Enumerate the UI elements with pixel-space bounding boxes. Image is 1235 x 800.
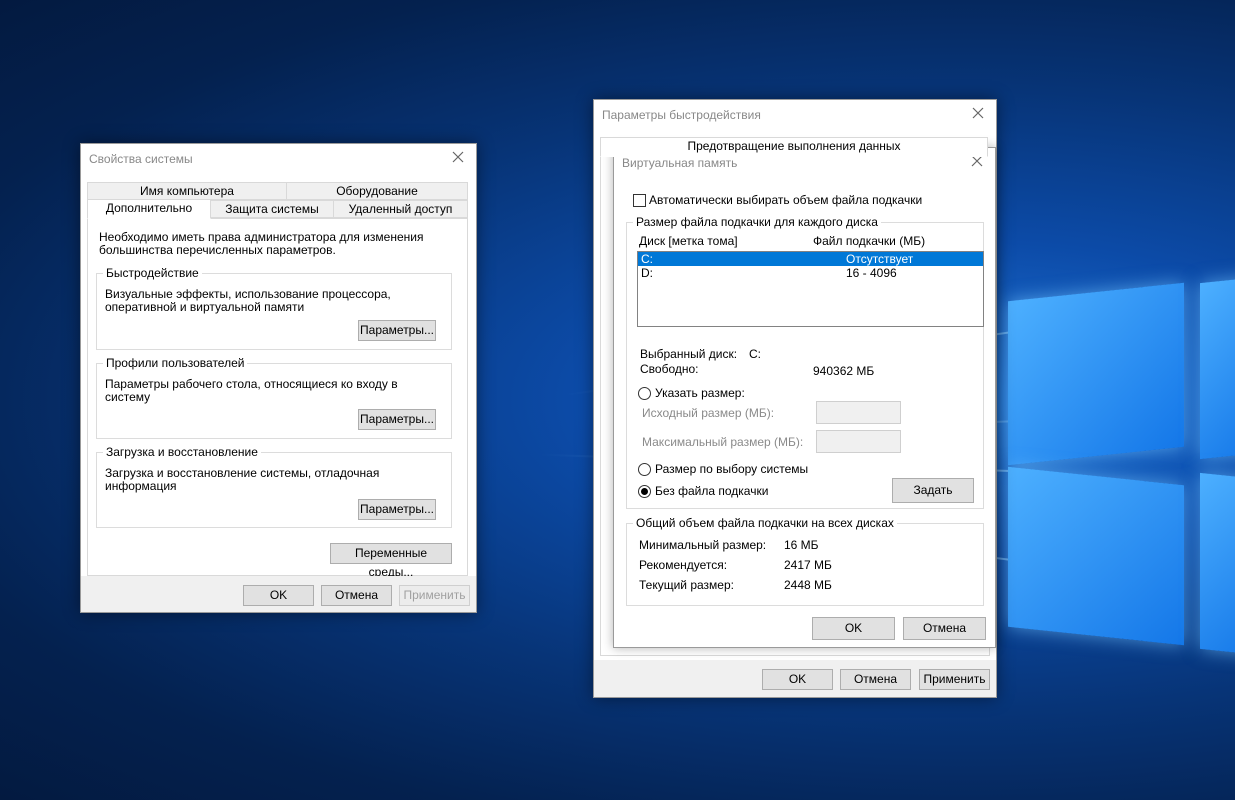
custom-size-label: Указать размер: (655, 386, 745, 400)
system-properties-window: Свойства системы Имя компьютера Оборудов… (80, 143, 477, 613)
recommended-label: Рекомендуется: (639, 558, 728, 572)
tab-panel: Необходимо иметь права администратора дл… (87, 218, 468, 579)
custom-size-radio[interactable] (638, 387, 651, 400)
total-group: Общий объем файла подкачки на всех диска… (626, 516, 984, 606)
close-icon[interactable] (970, 105, 986, 121)
drive-row[interactable]: C: Отсутствует (638, 252, 983, 266)
drive-list[interactable]: C: Отсутствует D: 16 - 4096 (637, 251, 984, 327)
cancel-button[interactable]: Отмена (321, 585, 392, 606)
title-bar: Параметры быстродействия (594, 100, 996, 129)
performance-settings-button[interactable]: Параметры... (358, 320, 436, 341)
startup-recovery-group: Загрузка и восстановление Загрузка и вос… (96, 445, 452, 528)
performance-desc: Визуальные эффекты, использование процес… (105, 287, 391, 314)
ok-button[interactable]: OK (762, 669, 833, 690)
ok-button[interactable]: OK (812, 617, 895, 640)
recommended-value: 2417 МБ (784, 558, 832, 572)
drive-letter: D: (641, 266, 653, 280)
per-drive-group-title: Размер файла подкачки для каждого диска (633, 215, 881, 229)
drive-paging-size: Отсутствует (846, 252, 914, 266)
set-button[interactable]: Задать (892, 478, 974, 503)
system-managed-label: Размер по выбору системы (655, 462, 809, 476)
windows-logo (1000, 276, 1235, 660)
performance-group-title: Быстродействие (103, 266, 202, 280)
user-profiles-settings-button[interactable]: Параметры... (358, 409, 436, 430)
max-size-label: Максимальный размер (МБ): (642, 435, 804, 449)
selected-drive-label: Выбранный диск: (640, 347, 738, 361)
auto-manage-label: Автоматически выбирать объем файла подка… (649, 193, 923, 207)
virtual-memory-window: Виртуальная память Автоматически выбират… (613, 147, 996, 648)
system-managed-radio[interactable] (638, 463, 651, 476)
cancel-button[interactable]: Отмена (840, 669, 911, 690)
window-title: Параметры быстродействия (602, 108, 761, 122)
performance-group: Быстродействие Визуальные эффекты, испол… (96, 266, 452, 350)
admin-note: Необходимо иметь права администратора дл… (99, 230, 424, 257)
cancel-button[interactable]: Отмена (903, 617, 986, 640)
total-group-title: Общий объем файла подкачки на всех диска… (633, 516, 897, 530)
user-profiles-group-title: Профили пользователей (103, 356, 248, 370)
environment-variables-button[interactable]: Переменные среды... (330, 543, 452, 579)
startup-recovery-group-title: Загрузка и восстановление (103, 445, 261, 459)
current-size-value: 2448 МБ (784, 578, 832, 592)
tab-advanced[interactable]: Дополнительно (87, 199, 211, 219)
free-space-label: Свободно: (640, 362, 699, 376)
column-paging-file: Файл подкачки (МБ) (813, 234, 926, 248)
drive-paging-size: 16 - 4096 (846, 266, 897, 280)
min-size-label: Минимальный размер: (639, 538, 767, 552)
tab-remote[interactable]: Удаленный доступ (333, 200, 468, 218)
title-bar: Свойства системы (81, 144, 476, 173)
min-size-value: 16 МБ (784, 538, 819, 552)
startup-recovery-desc: Загрузка и восстановление системы, отлад… (105, 466, 380, 493)
user-profiles-desc: Параметры рабочего стола, относящиеся ко… (105, 377, 398, 404)
window-title: Виртуальная память (622, 156, 738, 170)
tab-dep[interactable]: Предотвращение выполнения данных (600, 137, 988, 157)
free-space-value: 940362 МБ (813, 364, 875, 378)
current-size-label: Текущий размер: (639, 578, 734, 592)
drive-row[interactable]: D: 16 - 4096 (638, 266, 983, 280)
ok-button[interactable]: OK (243, 585, 314, 606)
initial-size-input[interactable] (816, 401, 901, 424)
drive-letter: C: (641, 252, 653, 266)
tab-computer-name[interactable]: Имя компьютера (87, 182, 287, 200)
tab-system-protection[interactable]: Защита системы (210, 200, 334, 218)
tab-hardware[interactable]: Оборудование (286, 182, 468, 200)
startup-recovery-settings-button[interactable]: Параметры... (358, 499, 436, 520)
no-paging-file-label: Без файла подкачки (655, 484, 769, 498)
close-icon[interactable] (450, 149, 466, 165)
per-drive-group: Размер файла подкачки для каждого диска … (626, 215, 984, 509)
auto-manage-checkbox[interactable] (633, 194, 646, 207)
apply-button[interactable]: Применить (919, 669, 990, 690)
max-size-input[interactable] (816, 430, 901, 453)
apply-button[interactable]: Применить (399, 585, 470, 606)
user-profiles-group: Профили пользователей Параметры рабочего… (96, 356, 452, 439)
initial-size-label: Исходный размер (МБ): (642, 406, 775, 420)
no-paging-file-radio[interactable] (638, 485, 651, 498)
column-disk: Диск [метка тома] (639, 234, 738, 248)
window-title: Свойства системы (89, 152, 193, 166)
selected-drive-value: C: (749, 347, 761, 361)
